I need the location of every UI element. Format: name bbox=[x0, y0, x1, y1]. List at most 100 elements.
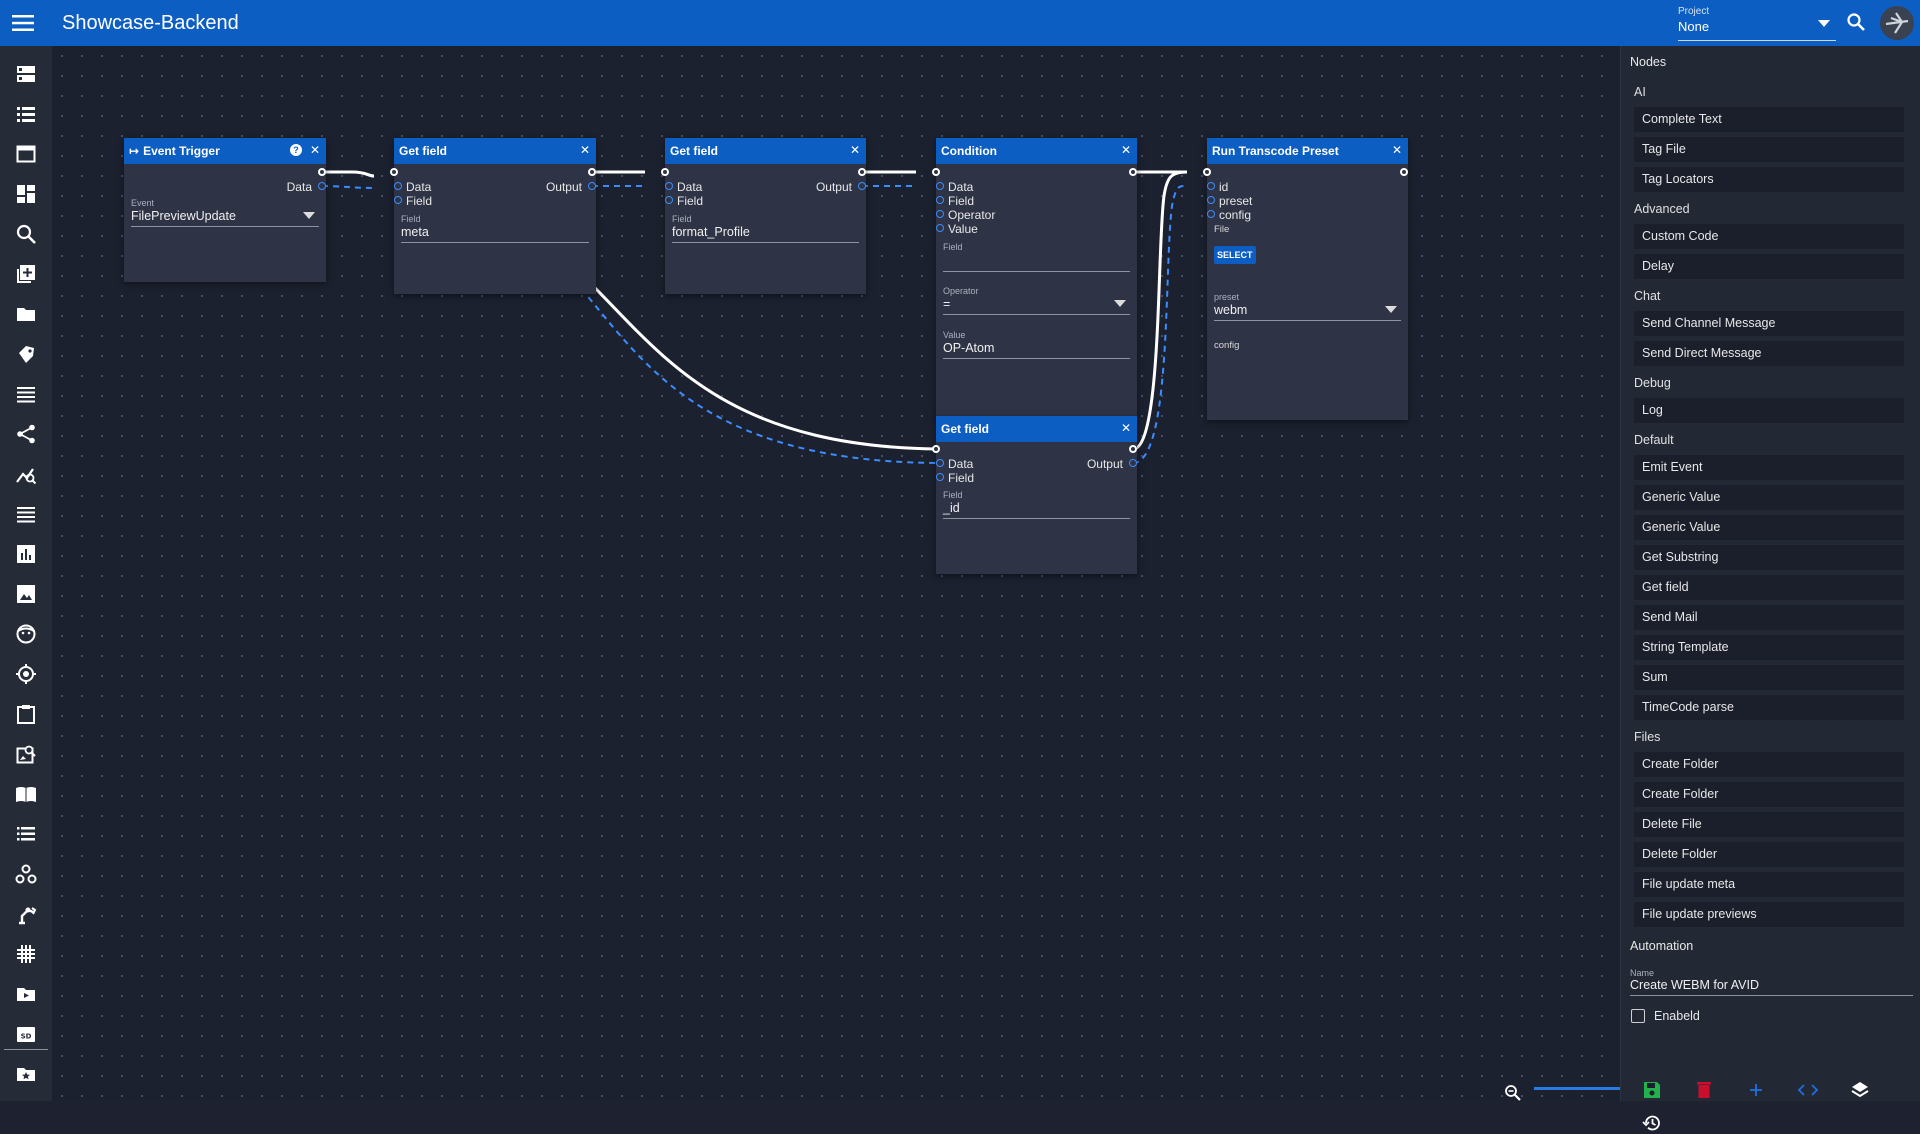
node-header[interactable]: Condition ✕ bbox=[936, 138, 1137, 164]
input-port[interactable] bbox=[665, 182, 673, 190]
node-item[interactable]: Delay bbox=[1634, 254, 1904, 279]
node-run-transcode-preset[interactable]: Run Transcode Preset ✕ id preset config … bbox=[1203, 138, 1408, 420]
folder-star-icon[interactable] bbox=[14, 1062, 38, 1086]
node-header[interactable]: Get field ✕ bbox=[665, 138, 866, 164]
node-item[interactable]: Complete Text bbox=[1634, 107, 1904, 132]
server-icon[interactable] bbox=[14, 62, 38, 86]
input-port[interactable] bbox=[1207, 196, 1215, 204]
zoom-out-icon[interactable] bbox=[1504, 1084, 1522, 1101]
tag-icon[interactable] bbox=[14, 342, 38, 366]
node-item[interactable]: Emit Event bbox=[1634, 455, 1904, 480]
input-port[interactable] bbox=[394, 182, 402, 190]
input-port[interactable] bbox=[936, 224, 944, 232]
input-port[interactable] bbox=[936, 210, 944, 218]
history-icon[interactable] bbox=[1641, 1112, 1663, 1134]
node-item[interactable]: Custom Code bbox=[1634, 224, 1904, 249]
event-select[interactable]: Event FilePreviewUpdate bbox=[131, 198, 319, 227]
image-search-icon[interactable] bbox=[14, 742, 38, 766]
field-input[interactable]: Field format_Profile bbox=[672, 214, 859, 243]
add-icon[interactable] bbox=[1745, 1079, 1767, 1101]
field-input[interactable]: Field bbox=[943, 242, 1130, 272]
folder-icon[interactable] bbox=[14, 302, 38, 326]
input-port[interactable] bbox=[1207, 210, 1215, 218]
video-folder-icon[interactable] bbox=[14, 982, 38, 1006]
node-header[interactable]: Run Transcode Preset ✕ bbox=[1207, 138, 1408, 164]
node-item[interactable]: Get field bbox=[1634, 575, 1904, 600]
node-item[interactable]: Tag Locators bbox=[1634, 167, 1904, 192]
image-icon[interactable] bbox=[14, 582, 38, 606]
node-header[interactable]: Get field ✕ bbox=[394, 138, 596, 164]
exec-output-port[interactable] bbox=[318, 168, 326, 176]
node-condition[interactable]: Condition ✕ Data Field Operator Value Fi… bbox=[932, 138, 1137, 416]
node-header[interactable]: Get field ✕ bbox=[936, 416, 1137, 442]
search-icon[interactable] bbox=[14, 222, 38, 246]
list-icon[interactable] bbox=[14, 102, 38, 126]
exec-output-port[interactable] bbox=[858, 168, 866, 176]
field-input[interactable]: Field _id bbox=[943, 490, 1130, 519]
value-input[interactable]: Value OP-Atom bbox=[943, 330, 1130, 359]
exec-output-port[interactable] bbox=[588, 168, 596, 176]
input-port[interactable] bbox=[936, 196, 944, 204]
node-item[interactable]: Generic Value bbox=[1634, 485, 1904, 510]
input-port[interactable] bbox=[936, 473, 944, 481]
output-port[interactable] bbox=[588, 182, 596, 190]
book-icon[interactable] bbox=[14, 782, 38, 806]
node-item[interactable]: Log bbox=[1634, 398, 1904, 423]
grid-icon[interactable] bbox=[14, 942, 38, 966]
node-header[interactable]: ↦ Event Trigger ? ✕ bbox=[124, 138, 326, 164]
node-item[interactable]: Create Folder bbox=[1634, 752, 1904, 777]
save-icon[interactable] bbox=[1641, 1079, 1663, 1101]
node-item[interactable]: Sum bbox=[1634, 665, 1904, 690]
list-alt-icon[interactable] bbox=[14, 502, 38, 526]
node-item[interactable]: Delete Folder bbox=[1634, 842, 1904, 867]
zoom-slider[interactable] bbox=[1534, 1087, 1620, 1090]
node-item[interactable]: Send Mail bbox=[1634, 605, 1904, 630]
lines-icon[interactable] bbox=[14, 382, 38, 406]
avatar[interactable] bbox=[1880, 6, 1914, 40]
exec-input-port[interactable] bbox=[1203, 168, 1211, 176]
delete-icon[interactable] bbox=[1693, 1079, 1715, 1101]
exec-input-port[interactable] bbox=[932, 168, 940, 176]
sd-card-icon[interactable]: SD bbox=[14, 1022, 38, 1046]
input-port[interactable] bbox=[665, 196, 673, 204]
close-icon[interactable]: ✕ bbox=[1121, 143, 1131, 157]
exec-output-port[interactable] bbox=[1400, 168, 1408, 176]
select-file-button[interactable]: SELECT bbox=[1214, 246, 1256, 264]
bar-chart-icon[interactable] bbox=[14, 542, 38, 566]
project-select[interactable]: Project None bbox=[1678, 6, 1836, 41]
add-box-icon[interactable] bbox=[14, 262, 38, 286]
analytics-icon[interactable] bbox=[14, 462, 38, 486]
node-item[interactable]: Send Channel Message bbox=[1634, 311, 1904, 336]
node-item[interactable]: Get Substring bbox=[1634, 545, 1904, 570]
node-item[interactable]: TimeCode parse bbox=[1634, 695, 1904, 720]
node-item[interactable]: Tag File bbox=[1634, 137, 1904, 162]
list-bullets-icon[interactable] bbox=[14, 822, 38, 846]
exec-input-port[interactable] bbox=[390, 168, 398, 176]
input-port[interactable] bbox=[1207, 182, 1215, 190]
enabled-toggle[interactable]: Enabeld bbox=[1631, 1009, 1700, 1023]
node-item[interactable]: File update previews bbox=[1634, 902, 1904, 927]
exec-output-port[interactable] bbox=[1129, 445, 1137, 453]
node-get-field-meta[interactable]: Get field ✕ Data Field Output Field meta bbox=[390, 138, 596, 294]
node-get-field-format[interactable]: Get field ✕ Data Field Output Field form… bbox=[661, 138, 866, 294]
node-item[interactable]: File update meta bbox=[1634, 872, 1904, 897]
exec-output-port[interactable] bbox=[1129, 168, 1137, 176]
exec-input-port[interactable] bbox=[932, 445, 940, 453]
search-icon[interactable] bbox=[1846, 12, 1866, 37]
preset-select[interactable]: preset webm bbox=[1214, 292, 1401, 321]
target-icon[interactable] bbox=[14, 662, 38, 686]
window-icon[interactable] bbox=[14, 142, 38, 166]
enabled-checkbox[interactable] bbox=[1631, 1009, 1645, 1023]
layers-icon[interactable] bbox=[1849, 1079, 1871, 1101]
node-get-field-id[interactable]: Get field ✕ Data Field Output Field _id bbox=[932, 416, 1137, 574]
input-port[interactable] bbox=[394, 196, 402, 204]
input-port[interactable] bbox=[936, 182, 944, 190]
automation-name-input[interactable]: Name Create WEBM for AVID bbox=[1630, 968, 1913, 996]
code-icon[interactable] bbox=[1797, 1079, 1819, 1101]
menu-icon[interactable] bbox=[0, 0, 46, 46]
webhook-icon[interactable] bbox=[14, 862, 38, 886]
dashboard-icon[interactable] bbox=[14, 182, 38, 206]
node-item[interactable]: String Template bbox=[1634, 635, 1904, 660]
data-output-port[interactable] bbox=[318, 182, 326, 190]
close-icon[interactable]: ✕ bbox=[310, 143, 320, 157]
